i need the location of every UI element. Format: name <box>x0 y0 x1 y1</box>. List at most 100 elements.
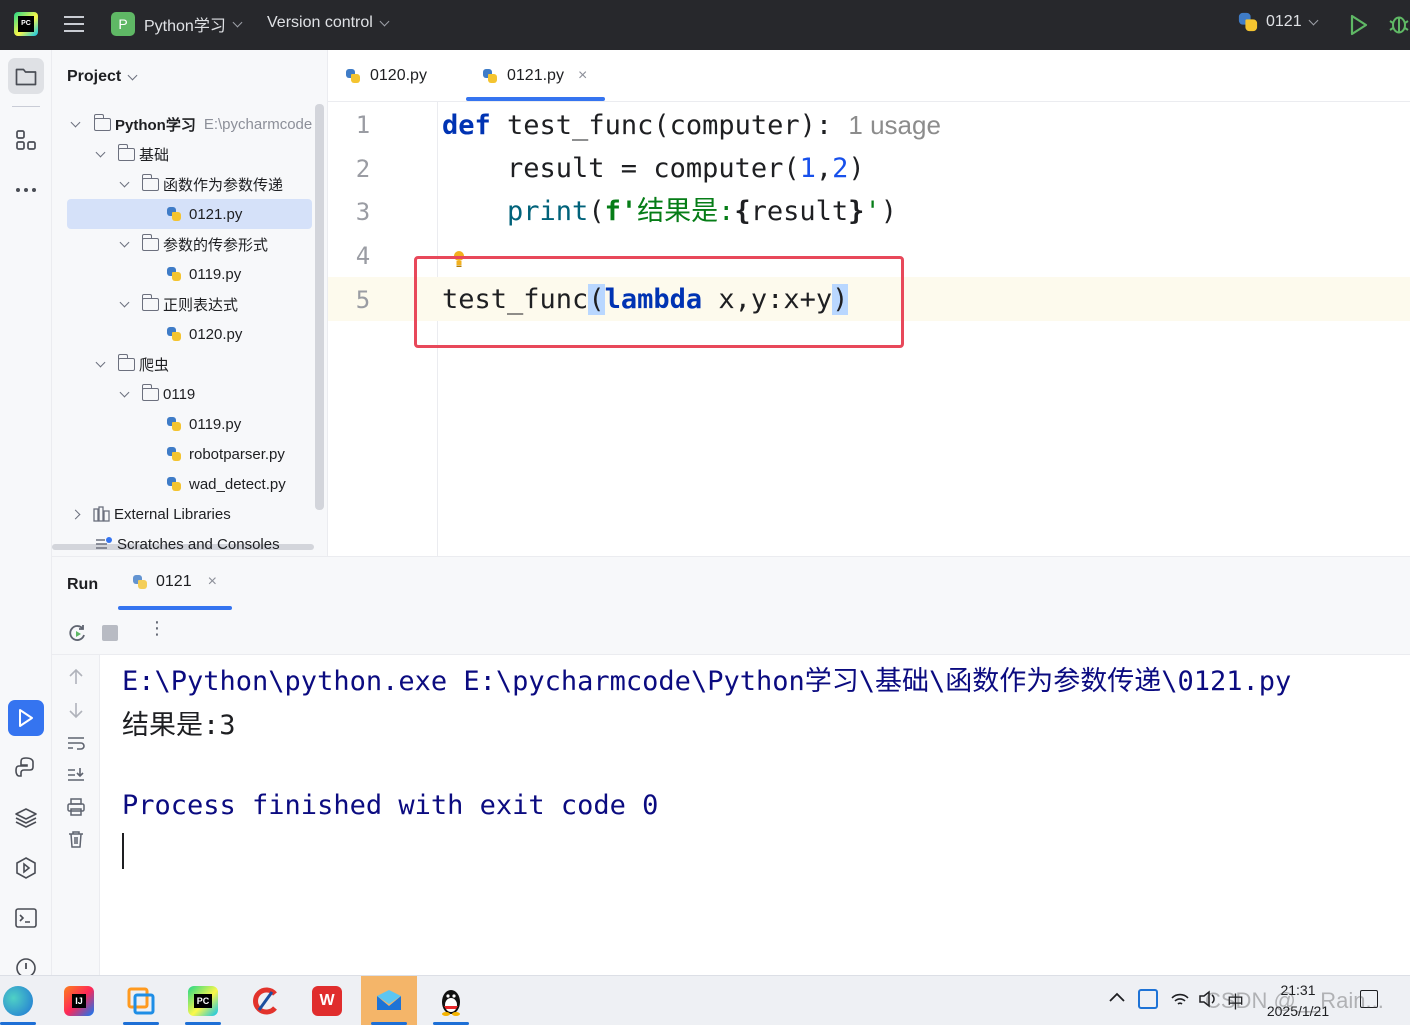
chevron-down-icon <box>70 117 81 127</box>
run-side-toolbar <box>52 655 100 976</box>
version-control-menu[interactable]: Version control <box>267 14 390 32</box>
fstring-brace: { <box>734 196 751 227</box>
chevron-down-icon <box>119 237 130 247</box>
arrow-up-icon <box>69 668 83 684</box>
tree-item-file-selected[interactable]: 0121.py <box>166 199 242 229</box>
network-icon[interactable] <box>1170 990 1190 1013</box>
taskbar-app-edge[interactable] <box>0 976 46 1025</box>
taskbar-app-qq[interactable] <box>423 976 479 1025</box>
chevron-down-icon <box>119 387 130 397</box>
layers-button[interactable] <box>8 800 44 836</box>
tree-item-file[interactable]: robotparser.py <box>166 439 285 469</box>
tree-item-folder[interactable]: 函数作为参数传递 <box>119 169 284 199</box>
tree-item-file[interactable]: 0120.py <box>166 319 242 349</box>
line-number: 1 <box>355 111 371 139</box>
scroll-up-button[interactable] <box>66 667 86 692</box>
console-output[interactable]: E:\Python\python.exe E:\pycharmcode\Pyth… <box>122 655 1402 976</box>
scroll-to-end-button[interactable] <box>66 765 86 790</box>
print-button[interactable] <box>66 797 86 822</box>
stop-button[interactable] <box>102 625 118 641</box>
chevron-down-icon <box>95 147 106 157</box>
tree-item-root[interactable]: Python学习 E:\pycharmcode <box>70 109 312 139</box>
play-icon <box>1350 14 1368 36</box>
tray-app-icon[interactable] <box>1138 989 1158 1009</box>
scroll-down-button[interactable] <box>66 700 86 725</box>
text-cursor <box>122 833 124 869</box>
run-tool-button[interactable] <box>8 700 44 736</box>
usage-hint[interactable]: 1 usage <box>848 110 941 140</box>
taskbar-app-pycharm[interactable]: PC <box>175 976 231 1025</box>
python-file-icon <box>166 266 182 282</box>
pycharm-logo-icon[interactable]: PC <box>14 12 38 36</box>
taskbar-app-wps[interactable]: W <box>299 976 355 1025</box>
close-icon[interactable]: × <box>578 67 587 85</box>
library-icon <box>93 506 110 522</box>
project-scrollbar[interactable] <box>315 104 324 510</box>
tree-item-label: 参数的传参形式 <box>163 236 269 254</box>
soft-wrap-icon <box>68 737 85 750</box>
tree-item-scratches[interactable]: Scratches and Consoles <box>95 529 280 556</box>
run-config-label: 0121 <box>1266 13 1302 30</box>
folder-icon <box>141 233 159 251</box>
project-switcher[interactable]: P Python学习 <box>111 12 243 36</box>
structure-tool-button[interactable] <box>8 122 44 158</box>
run-configuration-selector[interactable]: 0121 <box>1238 12 1319 32</box>
tree-item-label: 0119 <box>163 385 196 403</box>
tree-item-folder[interactable]: 0119 <box>119 379 196 409</box>
more-tools-button[interactable] <box>8 172 44 208</box>
more-options-icon[interactable]: ⋮ <box>148 619 166 637</box>
run-button[interactable] <box>1349 14 1369 36</box>
active-tab-indicator <box>466 97 605 101</box>
chevron-down-icon <box>95 357 106 367</box>
tree-item-label: 函数作为参数传递 <box>163 176 284 194</box>
tab-0121-active[interactable]: 0121.py × <box>482 50 587 102</box>
services-button[interactable] <box>8 850 44 886</box>
taskbar-app-mail[interactable] <box>361 976 417 1025</box>
fstring-prefix: f' <box>604 196 638 227</box>
close-icon[interactable]: × <box>208 573 217 591</box>
tree-item-external-libraries[interactable]: External Libraries <box>70 499 231 529</box>
divider <box>12 106 40 107</box>
code-text: result <box>750 196 849 227</box>
tree-item-folder[interactable]: 基础 <box>95 139 169 169</box>
run-tab-0121[interactable]: 0121 × <box>132 573 217 591</box>
tree-item-folder[interactable]: 参数的传参形式 <box>119 229 269 259</box>
tree-item-file[interactable]: wad_detect.py <box>166 469 286 499</box>
code-editor[interactable]: def test_func(computer): 1 usage result … <box>414 102 1410 556</box>
terminal-button[interactable] <box>8 900 44 936</box>
project-panel-header[interactable]: Project <box>67 68 138 86</box>
tree-item-folder[interactable]: 爬虫 <box>95 349 169 379</box>
keyword: def <box>442 110 491 141</box>
title-bar: PC P Python学习 Version control 0121 <box>0 0 1410 50</box>
tab-0120[interactable]: 0120.py <box>345 50 427 102</box>
taskbar-app-window-manager[interactable] <box>113 976 169 1025</box>
main-menu-icon[interactable] <box>63 14 85 34</box>
rerun-icon <box>69 625 85 641</box>
tree-item-file[interactable]: 0119.py <box>166 409 241 439</box>
run-tab-label: 0121 <box>156 573 192 590</box>
code-text: , <box>815 153 833 184</box>
tree-item-label: 0121.py <box>189 205 243 223</box>
taskbar-app-ccleaner[interactable] <box>237 976 293 1025</box>
tab-label: 0120.py <box>370 67 427 84</box>
python-icon <box>132 574 148 590</box>
code-text: ) <box>880 196 897 227</box>
python-packages-button[interactable] <box>8 750 44 786</box>
taskbar-app-intellij[interactable]: IJ <box>51 976 107 1025</box>
tree-item-folder[interactable]: 正则表达式 <box>119 289 238 319</box>
window-manager-icon <box>126 986 156 1016</box>
problems-icon <box>16 958 36 975</box>
clear-all-button[interactable] <box>66 829 86 854</box>
qq-penguin-icon <box>436 986 466 1016</box>
debug-button[interactable] <box>1388 12 1410 36</box>
project-tool-button[interactable] <box>8 58 44 94</box>
show-hidden-icons-button[interactable] <box>1108 990 1126 1008</box>
code-text: ( <box>588 196 605 227</box>
problems-button[interactable] <box>8 950 44 975</box>
tree-item-file[interactable]: 0119.py <box>166 259 241 289</box>
rerun-button[interactable] <box>67 623 87 648</box>
tree-item-label: 0120.py <box>189 325 243 343</box>
scroll-to-end-icon <box>68 768 84 781</box>
soft-wrap-button[interactable] <box>66 733 86 758</box>
trash-icon <box>69 831 83 848</box>
